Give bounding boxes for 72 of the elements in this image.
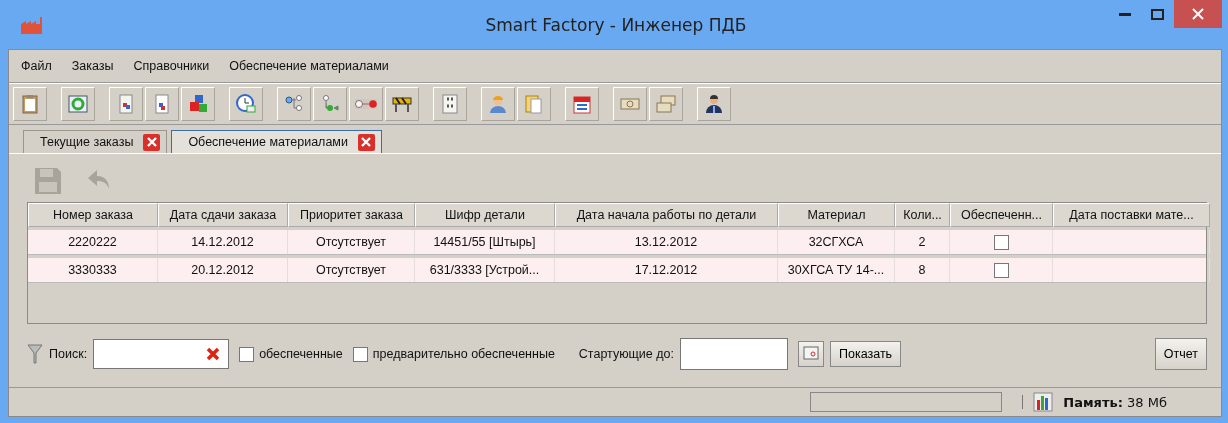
- calendar-button[interactable]: [798, 341, 824, 367]
- filter-icon: [27, 343, 43, 365]
- toolbar-button[interactable]: [385, 87, 419, 121]
- memory-status: Память: 38 Мб: [1063, 394, 1167, 410]
- table-cell: 20.12.2012: [158, 258, 288, 282]
- checkbox[interactable]: [993, 234, 1009, 250]
- toolbar-button[interactable]: [229, 87, 263, 121]
- person-icon: [703, 93, 725, 115]
- clipboard-icon: [19, 93, 41, 115]
- column-header[interactable]: Приоритет заказа: [288, 203, 415, 227]
- calendar-icon: [803, 345, 819, 360]
- toolbar-button[interactable]: [565, 87, 599, 121]
- close-icon[interactable]: [357, 133, 375, 151]
- table-cell: Отсутствует: [288, 230, 415, 254]
- table-cell: 32СГХСА: [778, 230, 895, 254]
- banknotes-icon: [655, 93, 677, 115]
- table-cell: 2: [895, 230, 950, 254]
- column-header[interactable]: Шифр детали: [415, 203, 555, 227]
- checkbox[interactable]: [993, 262, 1009, 278]
- table-cell: 13.12.2012: [555, 230, 778, 254]
- column-header[interactable]: Номер заказа: [28, 203, 158, 227]
- tab[interactable]: Обеспечение материалами: [171, 130, 382, 153]
- menu-item[interactable]: Файл: [21, 59, 52, 73]
- checkbox-label: предварительно обеспеченные: [372, 347, 555, 361]
- calendar-icon: [571, 93, 593, 115]
- toolbar-button[interactable]: [181, 87, 215, 121]
- tab[interactable]: Текущие заказы: [23, 130, 168, 153]
- toolbar-button[interactable]: [145, 87, 179, 121]
- tab-label: Обеспечение материалами: [188, 135, 348, 149]
- column-header[interactable]: Обеспеченн...: [950, 203, 1053, 227]
- table-cell: 30ХГСА ТУ 14-...: [778, 258, 895, 282]
- close-icon[interactable]: [143, 133, 161, 151]
- date-field[interactable]: [680, 338, 788, 370]
- column-header[interactable]: Коли...: [895, 203, 950, 227]
- toolbar-button[interactable]: [697, 87, 731, 121]
- column-header[interactable]: Дата сдачи заказа: [158, 203, 288, 227]
- table-cell: Отсутствует: [288, 258, 415, 282]
- worker-icon: [487, 93, 509, 115]
- table-cell: 8: [895, 258, 950, 282]
- search-field[interactable]: [93, 339, 230, 369]
- column-header[interactable]: Дата поставки мате...: [1053, 203, 1210, 227]
- column-header[interactable]: Дата начала работы по детали: [555, 203, 778, 227]
- checkbox[interactable]: [352, 346, 368, 362]
- table-cell: 17.12.2012: [555, 258, 778, 282]
- table-cell: 14.12.2012: [158, 230, 288, 254]
- factory-icon: [20, 14, 44, 35]
- folder-icon: [523, 93, 545, 115]
- table-cell: 3330333: [28, 258, 158, 282]
- window-title: Smart Factory - Инженер ПДБ: [484, 14, 748, 35]
- menu-item[interactable]: Обеспечение материалами: [229, 59, 389, 73]
- toolbar-button[interactable]: [109, 87, 143, 121]
- tab-label: Текущие заказы: [40, 135, 134, 149]
- menu-item[interactable]: Справочники: [133, 59, 210, 73]
- maximize-icon: [1150, 8, 1164, 20]
- search-label: Поиск:: [49, 347, 88, 361]
- table-cell: 2220222: [28, 230, 158, 254]
- menu-item[interactable]: Заказы: [71, 59, 114, 73]
- report-button[interactable]: Отчет: [1154, 338, 1207, 370]
- table-cell: 631/3333 [Устрой...: [415, 258, 555, 282]
- start-date-label: Стартующие до:: [578, 347, 674, 361]
- blocks-icon: [187, 93, 209, 115]
- clock-icon: [235, 93, 257, 115]
- show-button[interactable]: Показать: [830, 341, 902, 367]
- bar-chart-icon: [1033, 392, 1054, 412]
- checkbox-label: обеспеченные: [259, 347, 343, 361]
- checkbox[interactable]: [239, 346, 255, 362]
- minimize-icon: [1119, 12, 1131, 16]
- close-button[interactable]: [1174, 0, 1222, 28]
- column-header[interactable]: Материал: [778, 203, 895, 227]
- close-icon: [1192, 8, 1204, 20]
- table-cell: 14451/55 [Штырь]: [415, 230, 555, 254]
- clear-icon[interactable]: [206, 347, 221, 361]
